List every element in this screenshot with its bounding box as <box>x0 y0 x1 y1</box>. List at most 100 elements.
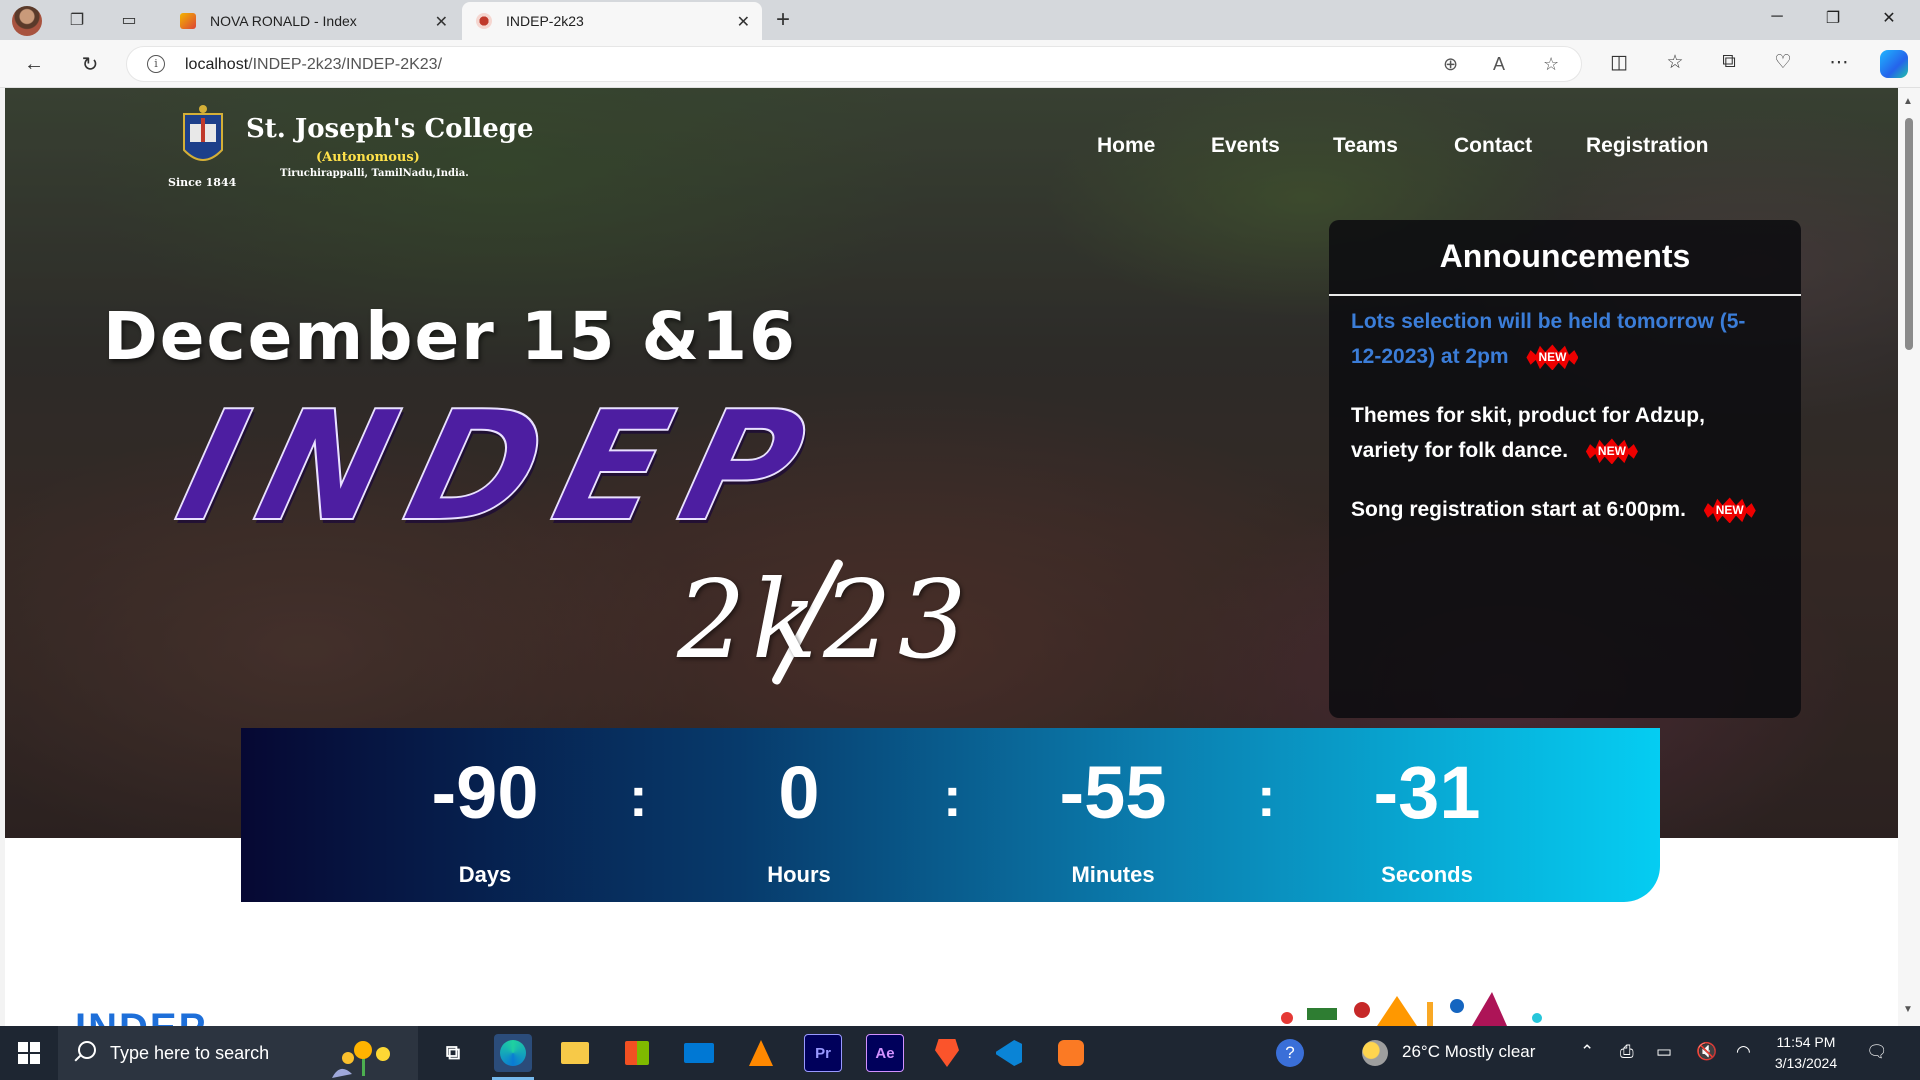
countdown-separator: : <box>1257 765 1276 828</box>
minimize-icon[interactable]: ─ <box>1762 8 1792 26</box>
scrollbar-thumb[interactable] <box>1905 118 1913 350</box>
countdown-timer: -90 Days : 0 Hours : -55 Minutes : -31 S… <box>241 728 1660 902</box>
announcement-item[interactable]: Lots selection will be held tomorrow (5-… <box>1351 304 1771 374</box>
copilot-icon[interactable] <box>1880 50 1908 78</box>
weather-icon[interactable] <box>1362 1040 1388 1066</box>
weather-text[interactable]: 26°C Mostly clear <box>1402 1042 1535 1062</box>
new-badge-icon: NEW <box>1526 344 1579 371</box>
clock-date: 3/13/2024 <box>1774 1055 1838 1071</box>
meet-now-icon[interactable]: ⎙ <box>1620 1042 1634 1062</box>
workspaces-icon[interactable]: ❐ <box>64 7 90 33</box>
countdown-separator: : <box>629 765 648 828</box>
windows-start-icon[interactable] <box>18 1042 40 1064</box>
favorite-star-icon[interactable]: ☆ <box>1543 54 1559 75</box>
close-tab-icon[interactable]: ✕ <box>435 12 448 32</box>
volume-muted-icon[interactable]: 🔇 <box>1696 1042 1717 1062</box>
college-name: St. Joseph's College <box>246 114 534 144</box>
countdown-hours-value: 0 <box>778 751 820 834</box>
page-viewport: Since 1844 St. Joseph's College (Autonom… <box>5 88 1898 1026</box>
battery-icon[interactable]: ▭ <box>1656 1042 1672 1062</box>
url-text[interactable]: localhost/INDEP-2k23/INDEP-2K23/ <box>185 56 442 74</box>
restore-icon[interactable]: ❐ <box>1818 8 1848 28</box>
nav-contact[interactable]: Contact <box>1454 134 1532 158</box>
browser-toolbar: ← ↻ i localhost/INDEP-2k23/INDEP-2K23/ ⊕… <box>0 40 1920 88</box>
new-tab-icon[interactable]: + <box>776 6 790 34</box>
tab-title: INDEP-2k23 <box>506 13 584 29</box>
more-menu-icon[interactable]: ⋯ <box>1826 51 1852 74</box>
notifications-icon[interactable]: 🗨 <box>1866 1042 1888 1062</box>
tab-title: NOVA RONALD - Index <box>210 13 357 29</box>
college-logo[interactable]: Since 1844 St. Joseph's College (Autonom… <box>168 104 534 194</box>
nav-events[interactable]: Events <box>1211 134 1280 158</box>
close-window-icon[interactable]: ✕ <box>1874 8 1904 28</box>
file-explorer-icon[interactable] <box>556 1034 594 1072</box>
windows-taskbar: Type here to search ⧉ Pr Ae ? 26°C Mostl… <box>0 1026 1920 1080</box>
search-icon <box>78 1041 96 1059</box>
edge-icon[interactable] <box>494 1034 532 1072</box>
announcements-divider <box>1329 294 1801 296</box>
collections-icon[interactable]: ⧉ <box>1716 51 1742 73</box>
nav-home[interactable]: Home <box>1097 134 1155 158</box>
announcements-panel: Announcements Lots selection will be hel… <box>1329 220 1801 718</box>
wifi-icon[interactable]: ◠ <box>1736 1042 1751 1062</box>
page-scrollbar[interactable]: ▲ ▼ <box>1898 88 1920 1026</box>
store-icon[interactable] <box>618 1034 656 1072</box>
premiere-icon[interactable]: Pr <box>804 1034 842 1072</box>
site-info-icon[interactable]: i <box>147 55 165 73</box>
about-heading: INDEP <box>75 1006 207 1026</box>
event-year: 2k23 <box>677 558 973 683</box>
mail-icon[interactable] <box>680 1034 718 1072</box>
help-icon[interactable]: ? <box>1276 1039 1304 1067</box>
countdown-seconds-label: Seconds <box>1381 862 1473 887</box>
countdown-days-value: -90 <box>431 751 539 834</box>
announcement-item[interactable]: Themes for skit, product for Adzup, vari… <box>1351 398 1771 468</box>
vlc-icon[interactable] <box>742 1034 780 1072</box>
search-placeholder: Type here to search <box>110 1043 270 1063</box>
college-place: Tiruchirappalli, TamilNadu,India. <box>280 168 469 179</box>
nav-registration[interactable]: Registration <box>1586 134 1709 158</box>
clock-time: 11:54 PM <box>1776 1034 1836 1050</box>
scroll-down-icon[interactable]: ▼ <box>1903 1004 1913 1015</box>
new-badge-icon: NEW <box>1585 438 1638 465</box>
scroll-up-icon[interactable]: ▲ <box>1903 96 1913 107</box>
announcement-item[interactable]: Song registration start at 6:00pm. NEW <box>1351 492 1771 527</box>
favorites-icon[interactable]: ☆ <box>1662 51 1688 74</box>
xampp-icon[interactable] <box>1052 1034 1090 1072</box>
tab-indep-2k23[interactable]: INDEP-2k23 ✕ <box>462 2 762 40</box>
after-effects-icon[interactable]: Ae <box>866 1034 904 1072</box>
vscode-icon[interactable] <box>990 1034 1028 1072</box>
address-bar[interactable]: i localhost/INDEP-2k23/INDEP-2K23/ ⊕ A ☆ <box>126 46 1582 82</box>
nav-teams[interactable]: Teams <box>1333 134 1398 158</box>
task-view-icon[interactable]: ⧉ <box>434 1034 472 1072</box>
tab-favicon-icon <box>476 13 492 29</box>
tab-nova-ronald[interactable]: NOVA RONALD - Index ✕ <box>166 2 460 40</box>
countdown-minutes-value: -55 <box>1059 751 1167 834</box>
close-tab-icon[interactable]: ✕ <box>737 12 750 32</box>
search-highlight-flowers-icon <box>332 1041 390 1078</box>
tab-favicon-icon <box>180 13 196 29</box>
countdown-days-label: Days <box>458 862 512 887</box>
zoom-icon[interactable]: ⊕ <box>1443 54 1458 75</box>
browser-tab-bar: ❐ ▭ NOVA RONALD - Index ✕ INDEP-2k23 ✕ +… <box>0 0 1920 40</box>
college-subtitle: (Autonomous) <box>316 150 420 165</box>
show-hidden-icons-icon[interactable]: ⌃ <box>1580 1042 1594 1062</box>
vertical-tabs-icon[interactable]: ▭ <box>116 7 142 33</box>
brave-icon[interactable] <box>928 1034 966 1072</box>
countdown-minutes-label: Minutes <box>1071 862 1155 887</box>
refresh-icon[interactable]: ↻ <box>76 50 104 78</box>
announcements-title: Announcements <box>1439 238 1691 274</box>
back-arrow-icon[interactable]: ← <box>20 50 48 78</box>
taskbar-search[interactable]: Type here to search <box>58 1026 418 1080</box>
countdown-seconds-value: -31 <box>1373 751 1481 834</box>
taskbar-clock[interactable]: 11:54 PM 3/13/2024 <box>1756 1032 1856 1074</box>
profile-avatar[interactable] <box>12 6 42 36</box>
event-title: INDEP <box>162 377 843 556</box>
since-label: Since 1844 <box>168 176 237 189</box>
split-screen-icon[interactable]: ◫ <box>1606 51 1632 74</box>
browser-essentials-icon[interactable]: ♡ <box>1770 51 1796 74</box>
new-badge-icon: NEW <box>1703 497 1756 524</box>
read-aloud-icon[interactable]: A <box>1493 54 1505 75</box>
countdown-separator: : <box>943 765 962 828</box>
festival-illustration <box>1281 992 1542 1026</box>
event-date-heading: December 15 &16 <box>103 298 797 375</box>
